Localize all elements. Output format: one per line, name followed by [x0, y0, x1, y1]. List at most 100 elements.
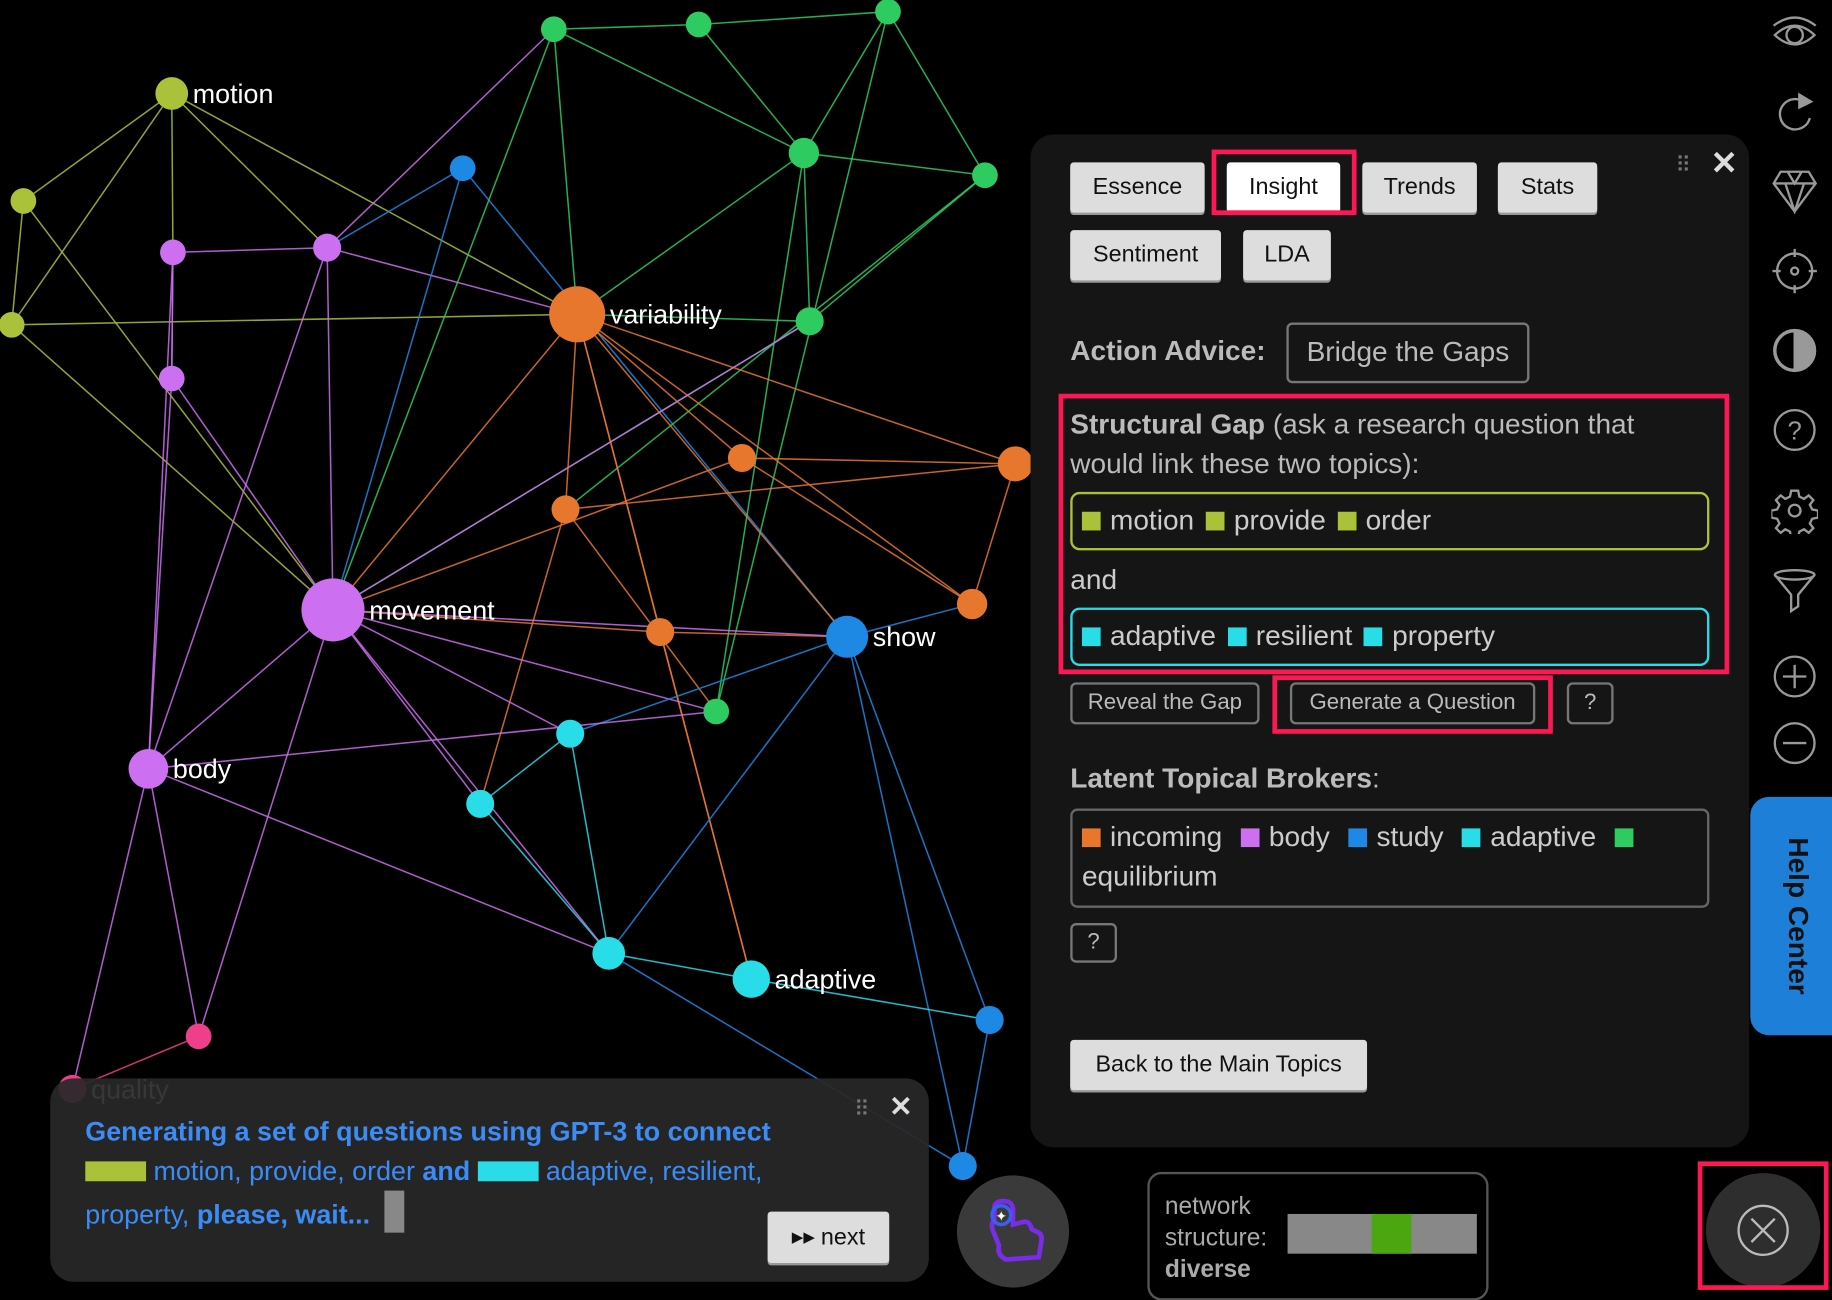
graph-node[interactable] [703, 698, 730, 725]
assistant-button[interactable]: ✦ [956, 1175, 1070, 1288]
gap-help-button[interactable]: ? [1566, 682, 1614, 725]
close-panel-button[interactable]: ✕ [1711, 144, 1738, 183]
node-label[interactable]: movement [369, 595, 495, 625]
graph-edge [971, 463, 1017, 605]
structure-value: diverse [1164, 1256, 1251, 1283]
graph-edge [462, 167, 848, 638]
graph-edge [962, 1019, 991, 1167]
graph-node[interactable] [128, 748, 169, 789]
topic-a-words: motion, provide, order [153, 1155, 415, 1186]
graph-node[interactable] [556, 719, 585, 748]
graph-node[interactable] [956, 588, 988, 620]
broker-word[interactable]: body [1269, 821, 1330, 853]
graph-node[interactable] [975, 1005, 1004, 1035]
graph-node[interactable] [551, 495, 580, 524]
tab-essence[interactable]: Essence [1070, 162, 1205, 213]
topic-word[interactable]: property [1392, 620, 1495, 653]
brokers-help-button[interactable]: ? [1070, 923, 1117, 963]
and-label: and [1070, 564, 1118, 596]
graph-edge [332, 457, 743, 611]
graph-node[interactable] [592, 937, 626, 970]
topic-word[interactable]: provide [1234, 505, 1326, 538]
graph-node[interactable] [313, 233, 342, 262]
refresh-icon[interactable] [1769, 88, 1820, 139]
graph-node[interactable] [727, 443, 756, 473]
topic-b-box[interactable]: adaptive resilient property [1070, 607, 1710, 666]
zoom-in-icon[interactable] [1769, 651, 1820, 702]
graph-edge [326, 247, 334, 610]
tab-trends[interactable]: Trends [1362, 162, 1477, 213]
structure-indicator-bar [1287, 1213, 1477, 1254]
funnel-icon[interactable] [1769, 564, 1820, 615]
graph-node[interactable] [948, 1152, 977, 1181]
graph-edge [659, 631, 753, 980]
question-icon[interactable]: ? [1769, 404, 1820, 455]
graph-node[interactable] [449, 155, 476, 182]
graph-node[interactable] [466, 789, 495, 818]
graph-edge [71, 768, 150, 1090]
broker-swatch [1081, 828, 1101, 848]
drag-handle-icon[interactable]: ⠿ [1675, 153, 1690, 178]
target-icon[interactable] [1769, 245, 1820, 296]
graph-edge [698, 24, 805, 154]
graph-node[interactable] [0, 311, 25, 338]
gear-icon[interactable] [1769, 485, 1820, 536]
graph-node[interactable] [997, 446, 1033, 482]
graph-node[interactable] [301, 578, 365, 642]
topic-word[interactable]: order [1366, 505, 1431, 538]
tab-sentiment[interactable]: Sentiment [1070, 230, 1221, 281]
graph-node[interactable] [540, 16, 567, 43]
highlight-insight [1211, 149, 1357, 215]
node-label[interactable]: variability [610, 300, 723, 330]
graph-node[interactable] [826, 615, 869, 658]
eye-icon[interactable] [1769, 9, 1820, 60]
graph-node[interactable] [10, 188, 37, 214]
broker-swatch [1240, 828, 1260, 848]
topic-a-box[interactable]: motion provide order [1070, 491, 1710, 551]
highlight-generate [1272, 675, 1553, 734]
graph-node[interactable] [875, 0, 901, 25]
topic-word[interactable]: motion [1110, 505, 1194, 538]
node-label[interactable]: adaptive [775, 964, 877, 994]
back-main-topics-button[interactable]: Back to the Main Topics [1070, 1039, 1368, 1091]
reveal-gap-button[interactable]: Reveal the Gap [1070, 682, 1260, 725]
graph-node[interactable] [549, 286, 606, 343]
contrast-icon[interactable] [1769, 325, 1820, 376]
node-label[interactable]: show [873, 622, 936, 652]
graph-node[interactable] [646, 618, 675, 647]
graph-node[interactable] [685, 11, 712, 38]
graph-edge [576, 152, 805, 315]
next-button[interactable]: ▶▶ next [767, 1211, 890, 1264]
broker-word[interactable]: incoming [1110, 821, 1222, 853]
graph-node[interactable] [155, 77, 189, 110]
graph-node[interactable] [795, 307, 824, 336]
broker-word[interactable]: adaptive [1490, 821, 1596, 853]
fast-forward-icon: ▶▶ [791, 1227, 816, 1246]
tab-lda[interactable]: LDA [1243, 230, 1331, 281]
broker-word[interactable]: equilibrium [1082, 861, 1218, 893]
graph-node[interactable] [732, 960, 770, 998]
diamond-icon[interactable] [1769, 165, 1820, 216]
app-stage: motionvariabilityinmovementshowbodyadapt… [0, 0, 1832, 1300]
topic-word[interactable]: resilient [1256, 620, 1353, 653]
topic-word[interactable]: adaptive [1110, 620, 1216, 653]
next-label: next [820, 1223, 866, 1250]
help-center-tab[interactable]: Help Center [1750, 796, 1832, 1036]
graph-edge [170, 93, 174, 253]
graph-node[interactable] [185, 1023, 212, 1050]
graph-node[interactable] [158, 365, 185, 392]
zoom-out-icon[interactable] [1769, 717, 1820, 768]
tab-stats[interactable]: Stats [1497, 162, 1598, 213]
drag-handle-icon[interactable]: ⠿ [854, 1097, 869, 1122]
graph-edge [332, 609, 610, 954]
broker-word[interactable]: study [1376, 821, 1443, 853]
graph-node[interactable] [972, 162, 998, 189]
node-label[interactable]: motion [193, 79, 274, 109]
graph-node[interactable] [160, 239, 186, 266]
brokers-box: incoming body study adaptive equilibrium [1070, 808, 1710, 908]
close-popup-button[interactable]: ✕ [889, 1090, 912, 1124]
and-word: and [422, 1155, 471, 1186]
graph-node[interactable] [788, 137, 820, 169]
topic-swatch [1205, 511, 1225, 531]
node-label[interactable]: body [173, 754, 232, 784]
